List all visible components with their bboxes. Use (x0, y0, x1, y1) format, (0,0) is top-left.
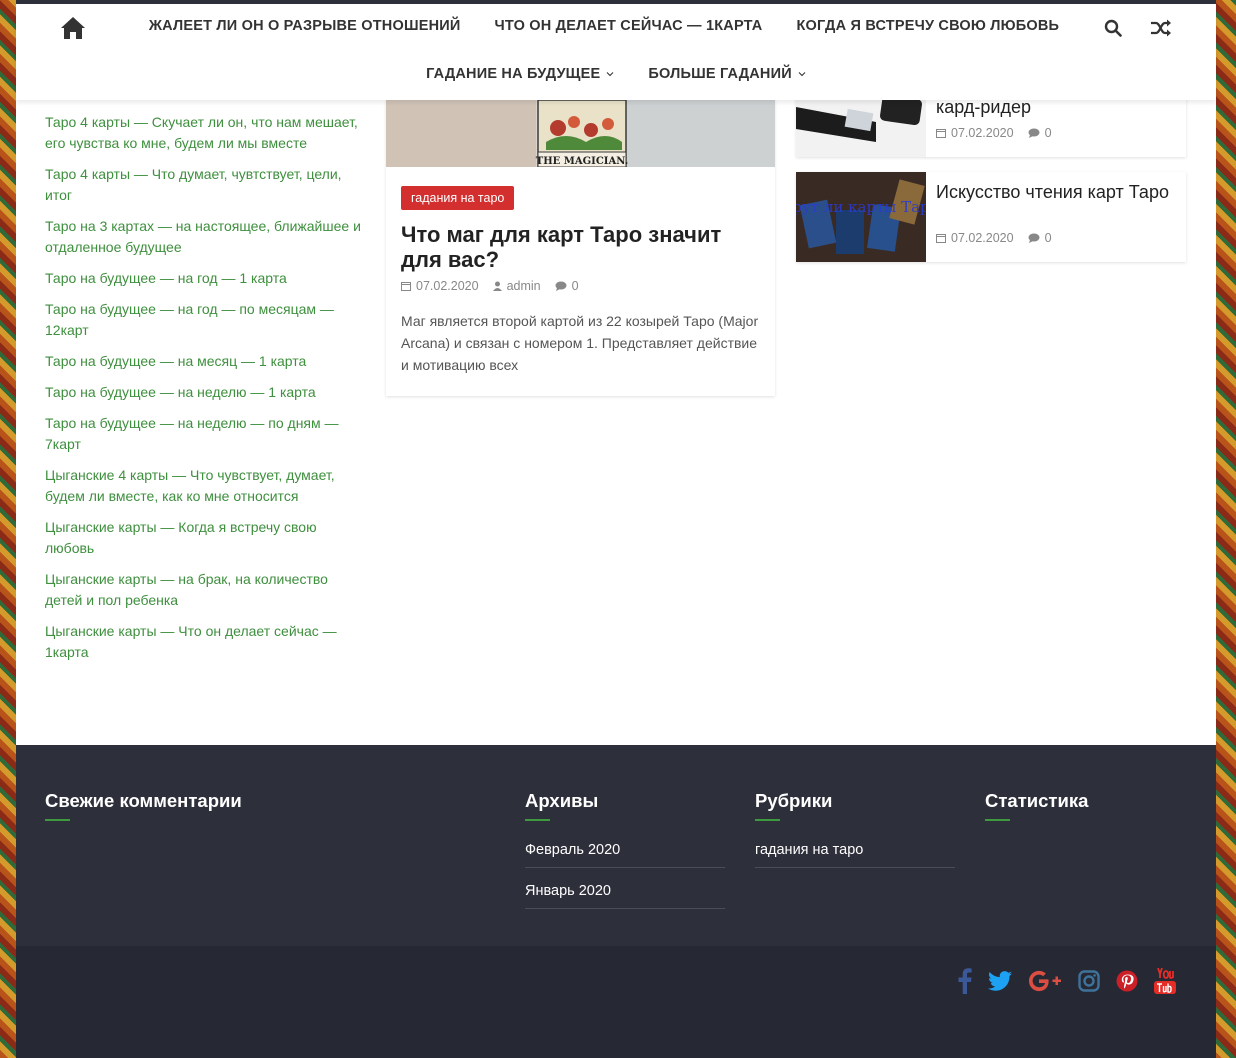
youtube-icon[interactable] (1154, 968, 1176, 994)
calendar-icon (936, 129, 946, 138)
post-title[interactable]: Что маг для карт Таро значит для вас? (401, 222, 766, 272)
main-nav-row-1: ЖАЛЕЕТ ЛИ ОН О РАЗРЫВЕ ОТНОШЕНИЙ ЧТО ОН … (4, 18, 1204, 34)
post-comments-count: 0 (571, 279, 579, 293)
sidebar-link[interactable]: Таро на будущее — на месяц — 1 карта (45, 351, 365, 372)
nav-item-more[interactable]: БОЛЬШЕ ГАДАНИЙ (648, 66, 806, 82)
archive-link[interactable]: Февраль 2020 (525, 842, 620, 858)
twitter-icon[interactable] (988, 971, 1012, 991)
social-links (958, 968, 1176, 994)
sidebar-link[interactable]: Таро на будущее — на неделю — 1 карта (45, 382, 365, 403)
post-comments[interactable]: 0 (1028, 126, 1052, 140)
sidebar-link[interactable]: Таро на 3 картах — на настоящее, ближайш… (45, 216, 365, 258)
main-nav-row-2: ГАДАНИЕ НА БУДУЩЕЕ БОЛЬШЕ ГАДАНИЙ (16, 66, 1216, 82)
sidebar-link[interactable]: Цыганские карты — Когда я встречу свою л… (45, 517, 365, 559)
archive-link[interactable]: Январь 2020 (525, 883, 611, 899)
post-excerpt: Маг является второй картой из 22 козырей… (401, 313, 759, 373)
post-author-text: admin (506, 279, 541, 293)
site-header: ЖАЛЕЕТ ЛИ ОН О РАЗРЫВЕ ОТНОШЕНИЙ ЧТО ОН … (16, 4, 1216, 100)
list-item: Таро 4 карты — Что думает, чувтствует, ц… (45, 164, 365, 206)
sidebar-link[interactable]: Таро 4 карты — Что думает, чувтствует, ц… (45, 164, 365, 206)
search-icon[interactable] (1104, 19, 1122, 37)
footer-title-archives: Архивы (525, 790, 599, 821)
list-item: Цыганские карты — Что он делает сейчас —… (45, 621, 365, 663)
nav-item-future-label: ГАДАНИЕ НА БУДУЩЕЕ (426, 66, 601, 82)
post-author[interactable]: admin (492, 279, 541, 293)
list-item: Таро на 3 картах — на настоящее, ближайш… (45, 216, 365, 258)
list-item: гадания на таро (755, 837, 955, 868)
sidebar-link[interactable]: Таро на будущее — на неделю — по дням — … (45, 413, 365, 455)
post-date[interactable]: 07.02.2020 (936, 126, 1014, 140)
post-date-text: 07.02.2020 (416, 279, 479, 293)
list-item: Цыганские карты — на брак, на количество… (45, 569, 365, 611)
footer-title-recent-comments: Свежие комментарии (45, 790, 242, 821)
post-date[interactable]: 07.02.2020 (401, 279, 479, 293)
facebook-icon[interactable] (958, 968, 972, 994)
nav-item-future[interactable]: ГАДАНИЕ НА БУДУЩЕЕ (426, 66, 614, 82)
post-comments[interactable]: 0 (1028, 231, 1052, 245)
post-date[interactable]: 07.02.2020 (936, 231, 1014, 245)
page: ЖАЛЕЕТ ЛИ ОН О РАЗРЫВЕ ОТНОШЕНИЙ ЧТО ОН … (16, 0, 1216, 1058)
list-item: Таро на будущее — на неделю — 1 карта (45, 382, 365, 403)
side-post-title[interactable]: кард-ридер (936, 97, 1031, 118)
user-icon (492, 281, 502, 291)
footer-bottom-bar (16, 946, 1216, 1058)
calendar-icon (401, 282, 411, 291)
list-item: Таро 4 карты — Скучает ли он, что нам ме… (45, 112, 365, 154)
category-tag[interactable]: гадания на таро (401, 186, 515, 210)
tarot-card-image: THE MAGICIAN. (386, 100, 775, 167)
sidebar-link[interactable]: Цыганские 4 карты — Что чувствует, думае… (45, 465, 365, 507)
comment-icon (555, 281, 567, 291)
footer-title-categories: Рубрики (755, 790, 833, 821)
side-post-meta: 07.02.2020 0 (936, 126, 1052, 140)
nav-item-more-label: БОЛЬШЕ ГАДАНИЙ (648, 66, 792, 82)
thumb-text: Врут ли карты Таро (796, 198, 926, 216)
comment-icon (1028, 233, 1040, 243)
list-item: Цыганские карты — Когда я встречу свою л… (45, 517, 365, 559)
post-date-text: 07.02.2020 (951, 231, 1014, 245)
site-footer: Свежие комментарии Архивы Февраль 2020 Я… (16, 745, 1216, 946)
post-meta: 07.02.2020 admin 0 (401, 279, 579, 293)
comment-icon (1028, 128, 1040, 138)
list-item: Таро на будущее — на год — по месяцам — … (45, 299, 365, 341)
sidebar-link[interactable]: Таро на будущее — на год — по месяцам — … (45, 299, 365, 341)
post-image[interactable]: THE MAGICIAN. (386, 100, 775, 167)
category-link[interactable]: гадания на таро (755, 842, 863, 858)
footer-title-stats: Статистика (985, 790, 1089, 821)
post-comments-count: 0 (1044, 231, 1052, 245)
list-item: Таро на будущее — на неделю — по дням — … (45, 413, 365, 455)
post-comments-count: 0 (1044, 126, 1052, 140)
sidebar-link-list: Таро 4 карты — Скучает ли он, что нам ме… (45, 112, 365, 673)
nav-item-meet-love[interactable]: КОГДА Я ВСТРЕЧУ СВОЮ ЛЮБОВЬ (796, 18, 1059, 34)
instagram-icon[interactable] (1078, 970, 1100, 992)
side-post-meta: 07.02.2020 0 (936, 231, 1052, 245)
nav-item-what-now[interactable]: ЧТО ОН ДЕЛАЕТ СЕЙЧАС — 1КАРТА (495, 18, 763, 34)
categories-list: гадания на таро (755, 837, 955, 878)
image-caption: THE MAGICIAN. (536, 156, 628, 167)
side-post-card: Врут ли карты Таро Искусство чтения карт… (796, 172, 1186, 262)
sidebar-link[interactable]: Таро 4 карты — Скучает ли он, что нам ме… (45, 112, 365, 154)
post-date-text: 07.02.2020 (951, 126, 1014, 140)
list-item: Таро на будущее — на год — 1 карта (45, 268, 365, 289)
list-item: Таро на будущее — на месяц — 1 карта (45, 351, 365, 372)
nav-item-regret[interactable]: ЖАЛЕЕТ ЛИ ОН О РАЗРЫВЕ ОТНОШЕНИЙ (149, 18, 461, 34)
post-comments[interactable]: 0 (555, 279, 579, 293)
archives-list: Февраль 2020 Январь 2020 (525, 837, 725, 919)
sidebar-link[interactable]: Цыганские карты — на брак, на количество… (45, 569, 365, 611)
list-item: Цыганские 4 карты — Что чувствует, думае… (45, 465, 365, 507)
side-post-title[interactable]: Искусство чтения карт Таро (936, 182, 1176, 203)
tarot-spread-image: Врут ли карты Таро (796, 172, 926, 262)
calendar-icon (936, 234, 946, 243)
google-plus-icon[interactable] (1028, 970, 1062, 992)
pinterest-icon[interactable] (1116, 970, 1138, 992)
side-post-thumb[interactable]: Врут ли карты Таро (796, 172, 926, 262)
shuffle-icon[interactable] (1150, 18, 1172, 38)
sidebar-link[interactable]: Цыганские карты — Что он делает сейчас —… (45, 621, 365, 663)
chevron-down-icon (798, 72, 806, 77)
sidebar-link[interactable]: Таро на будущее — на год — 1 карта (45, 268, 365, 289)
chevron-down-icon (607, 72, 614, 77)
list-item: Февраль 2020 (525, 837, 725, 868)
featured-post-card: THE MAGICIAN. гадания на таро Что маг дл… (386, 100, 775, 396)
list-item: Январь 2020 (525, 878, 725, 909)
